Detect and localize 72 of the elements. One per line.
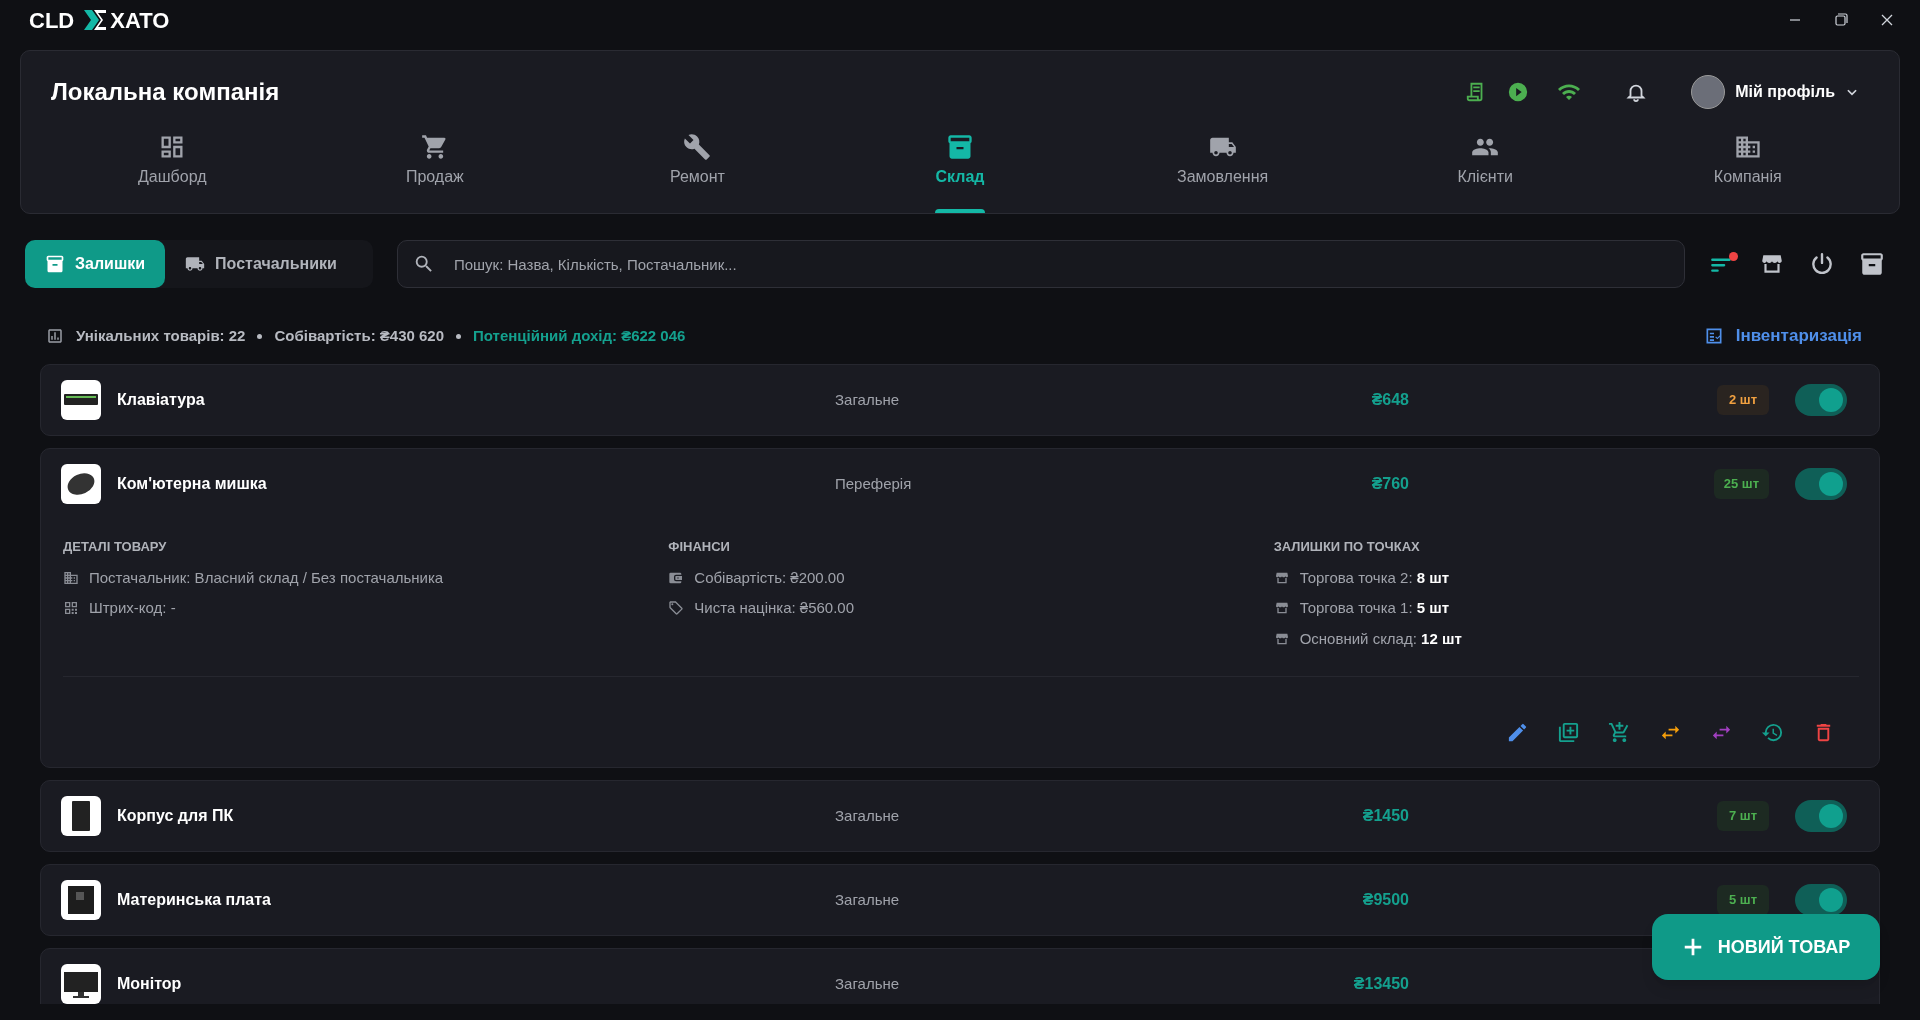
product-price: ₴760 — [1370, 474, 1409, 494]
product-category: Загальне — [835, 889, 901, 910]
detail-text: Чиста націнка: ₴560.00 — [694, 598, 855, 618]
toggle-switch[interactable] — [1795, 800, 1847, 832]
product-photo — [61, 464, 101, 504]
product-name: Корпус для ПК — [117, 806, 235, 826]
product-category: Загальне — [835, 973, 901, 994]
chart-icon — [46, 327, 64, 345]
logo-chevron-icon — [84, 10, 107, 30]
product-photo — [61, 796, 101, 836]
nav-tab[interactable]: Компанія — [1616, 117, 1880, 213]
archive-box-icon — [45, 254, 65, 274]
pencil-icon[interactable] — [1506, 721, 1529, 744]
product-category: Загальне — [835, 389, 901, 410]
nav-tab[interactable]: Клієнти — [1353, 117, 1617, 213]
add-copy-icon[interactable] — [1557, 721, 1580, 744]
toggle-switch[interactable] — [1795, 884, 1847, 916]
qr-code-icon — [63, 600, 79, 617]
power-icon[interactable] — [1809, 251, 1835, 277]
add-to-cart-icon[interactable] — [1608, 721, 1631, 744]
product-price: ₴648 — [1370, 390, 1409, 410]
section-heading: ЗАЛИШКИ ПО ТОЧКАХ — [1273, 538, 1421, 556]
logo-text: XATO — [110, 6, 170, 35]
detail-text: Штрих-код: - — [89, 598, 176, 618]
search-field[interactable]: Пошук: Назва, Кількість, Постачальник... — [396, 240, 1685, 288]
nav-tab[interactable]: Склад — [828, 117, 1092, 213]
detail-text: Основний склад: 12 шт — [1299, 628, 1462, 649]
toggle-switch[interactable] — [1795, 468, 1847, 500]
logo-text: CLD — [29, 6, 75, 35]
product-price: ₴9500 — [1361, 890, 1409, 910]
sub-tab[interactable]: Постачальники — [165, 240, 357, 288]
quantity-badge: 25 шт — [1713, 469, 1769, 499]
new-product-button[interactable]: НОВИЙ ТОВАР — [1652, 914, 1880, 980]
product-category: Переферія — [835, 473, 913, 494]
company-title: Локальна компанія — [51, 77, 280, 107]
product-name: Материнська плата — [117, 890, 272, 910]
wrench-icon — [683, 133, 712, 161]
stat-text: Унікальних товарів: 22 — [76, 325, 246, 346]
section-heading: ФІНАНСИ — [668, 538, 731, 556]
profile-button[interactable]: Мій профіль — [1691, 75, 1859, 109]
product-name: Ком'ютерна мишка — [117, 474, 268, 494]
avatar — [1691, 75, 1726, 109]
nav-tab[interactable]: Дашборд — [41, 117, 304, 213]
archive-box-icon — [946, 133, 974, 161]
detail-text: Торгова точка 2: 8 шт — [1299, 567, 1450, 588]
quantity-badge: 2 шт — [1717, 385, 1769, 415]
product-photo — [61, 380, 101, 420]
section-heading: ДЕТАЛІ ТОВАРУ — [63, 538, 168, 556]
tag-icon — [668, 600, 685, 617]
nav-tab[interactable]: Продаж — [303, 117, 567, 213]
product-price: ₴13450 — [1352, 974, 1409, 994]
product-name: Клавіатура — [117, 390, 206, 410]
stat-text: Собівартість: ₴430 620 — [274, 325, 445, 346]
sub-tab[interactable]: Залишки — [25, 240, 166, 288]
detail-text: Торгова точка 1: 5 шт — [1299, 598, 1450, 618]
nav-tab[interactable]: Ремонт — [566, 117, 829, 213]
building-icon — [63, 569, 79, 586]
quantity-badge: 7 шт — [1717, 801, 1769, 831]
detail-text: Постачальник: Власний склад / Без постачальника — [89, 567, 444, 588]
product-photo — [61, 880, 101, 920]
stat-text: Потенційний дохід: ₴622 046 — [473, 325, 686, 346]
product-name: Монітор — [117, 974, 183, 994]
quantity-badge: 5 шт — [1717, 885, 1769, 915]
toggle-switch[interactable] — [1795, 384, 1847, 416]
inventory-link[interactable]: Інвентаризація — [1703, 323, 1862, 349]
nav-tab[interactable]: Замовлення — [1091, 117, 1354, 213]
product-price: ₴1450 — [1361, 806, 1409, 826]
archive-box-icon[interactable] — [1859, 251, 1885, 277]
product-category: Загальне — [835, 805, 901, 826]
detail-text: Собівартість: ₴200.00 — [694, 567, 845, 588]
history-icon[interactable] — [1761, 721, 1784, 744]
play-icon[interactable] — [1507, 81, 1530, 103]
